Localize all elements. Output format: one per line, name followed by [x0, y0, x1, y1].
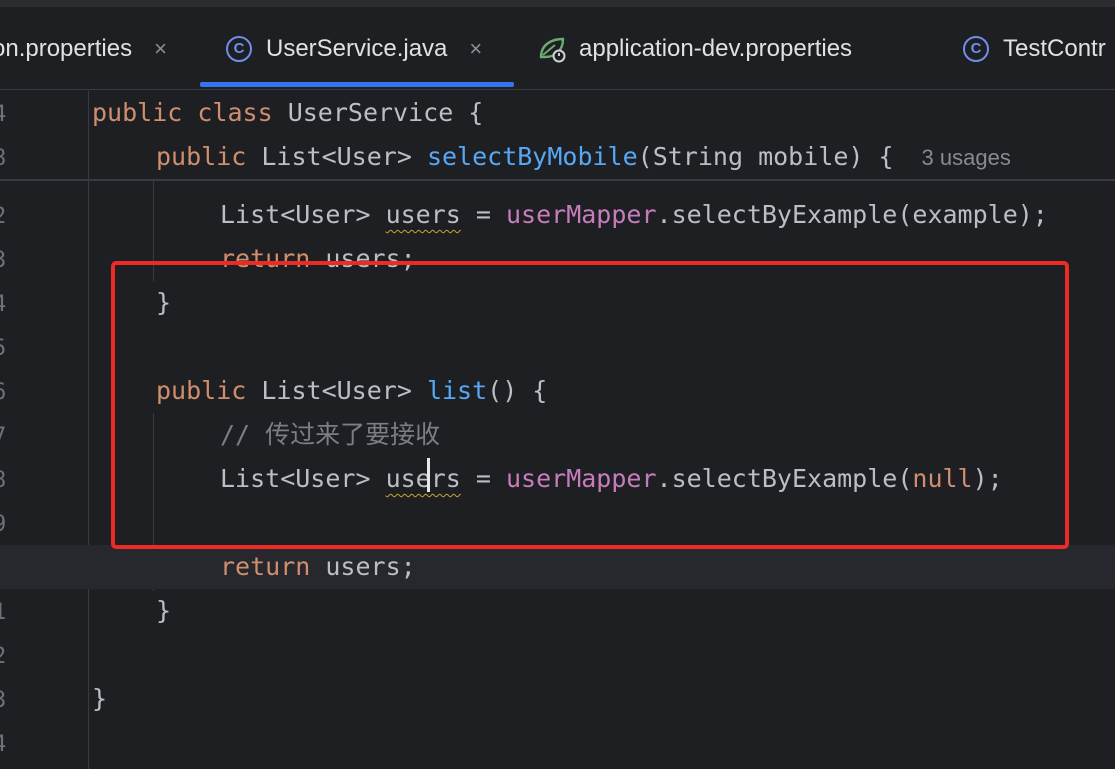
- sticky-header-divider: [0, 179, 1115, 181]
- line-number: 2: [0, 644, 6, 669]
- code-line: }: [0, 589, 1115, 633]
- close-icon[interactable]: ×: [154, 36, 167, 62]
- usages-hint[interactable]: 3 usages: [922, 145, 1011, 170]
- line-number: 4: [0, 732, 6, 757]
- close-icon[interactable]: ×: [469, 36, 482, 62]
- variable-warning: users: [385, 200, 461, 229]
- code-text: }: [92, 684, 108, 713]
- field-name: userMapper: [506, 200, 657, 229]
- class-icon: C: [963, 35, 989, 62]
- editor-tab-bar: on.properties × C UserService.java × app…: [0, 7, 1115, 90]
- tab-label: UserService.java: [266, 34, 448, 62]
- code-text: users;: [310, 552, 416, 581]
- class-icon: C: [226, 35, 252, 62]
- line-number: 9: [0, 512, 6, 537]
- code-line: }: [0, 677, 1115, 721]
- sticky-line-class: public class UserService {: [0, 91, 1115, 135]
- red-highlight-annotation: [111, 261, 1069, 549]
- code-text: List<User>: [220, 200, 386, 229]
- spring-leaf-icon: [537, 35, 567, 63]
- active-tab-indicator: [200, 82, 514, 87]
- tab-label: application-dev.properties: [579, 34, 853, 62]
- current-code-line: return users;: [0, 545, 1115, 589]
- tab-application-properties[interactable]: on.properties ×: [0, 7, 167, 90]
- keyword: public: [156, 142, 247, 171]
- tab-label: TestContr: [1003, 34, 1106, 62]
- window-top-strip: [0, 0, 1115, 7]
- code-text: =: [460, 200, 506, 229]
- tab-testcontroller[interactable]: C TestContr: [963, 7, 1106, 90]
- code-text: UserService {: [272, 98, 484, 127]
- code-text: List<User>: [246, 142, 427, 171]
- code-text: .selectByExample(example);: [656, 200, 1048, 229]
- keyword: public: [92, 98, 183, 127]
- keyword: class: [197, 98, 273, 127]
- method-name: selectByMobile: [426, 142, 638, 171]
- sticky-line-method: public List<User> selectByMobile(String …: [0, 135, 1115, 179]
- code-line: List<User> users = userMapper.selectByEx…: [0, 193, 1115, 237]
- keyword: return: [220, 552, 311, 581]
- line-number: 5: [0, 336, 6, 361]
- code-text: }: [156, 596, 172, 625]
- tab-userservice-java[interactable]: C UserService.java ×: [226, 7, 482, 90]
- tab-label: on.properties: [0, 34, 133, 62]
- code-text: (String mobile) {: [637, 142, 894, 171]
- tab-application-dev-properties[interactable]: application-dev.properties: [537, 7, 852, 90]
